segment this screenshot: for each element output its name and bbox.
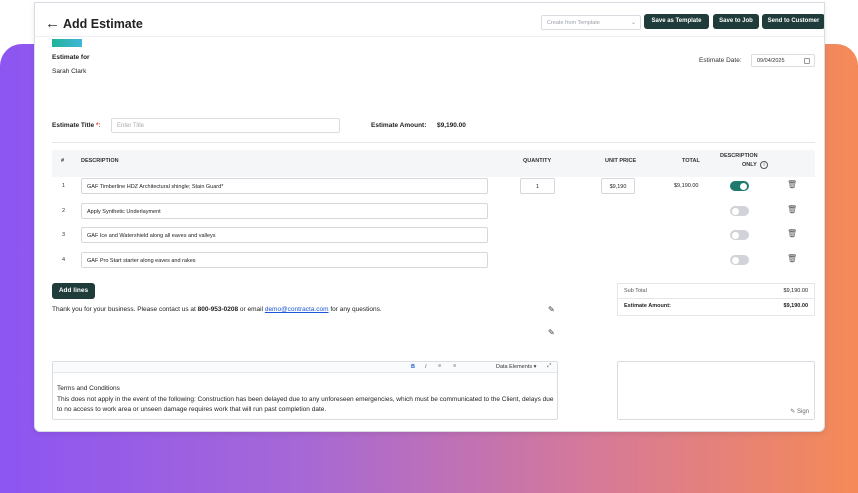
subtotal-label: Sub Total [624, 288, 647, 294]
trash-icon[interactable]: 🗑 [787, 229, 797, 238]
col-header-unit-price: UNIT PRICE [605, 158, 637, 164]
arrow-left-icon[interactable]: ← [45, 15, 60, 32]
estimate-amount-value: $9,190.00 [437, 122, 466, 129]
template-select-placeholder: Create from Template [547, 20, 600, 26]
totals-box: Sub Total $9,190.00 Estimate Amount: $9,… [617, 283, 815, 316]
header-divider [35, 36, 824, 37]
expand-icon[interactable]: ⤢ [547, 363, 551, 370]
section-divider [52, 142, 815, 143]
description-only-toggle[interactable] [730, 181, 749, 191]
trash-icon[interactable]: 🗑 [787, 254, 797, 263]
description-only-toggle[interactable] [730, 206, 749, 216]
calendar-icon[interactable] [804, 58, 810, 64]
bullet-list-icon[interactable]: ≡ [438, 363, 441, 369]
editor-toolbar: B I ≡ ≡ Data Elements ▾ ⤢ [53, 362, 557, 373]
subtotal-value: $9,190.00 [783, 288, 808, 294]
description-only-toggle[interactable] [730, 230, 749, 240]
estimate-date-label: Estimate Date: [699, 57, 742, 64]
quantity-input[interactable]: 1 [520, 178, 555, 194]
signature-box[interactable]: ✎ Sign [617, 361, 815, 420]
bold-button[interactable]: B [411, 364, 415, 370]
edit-pencil-icon[interactable]: ✎ [548, 305, 555, 314]
toggle-knob [732, 231, 739, 239]
line-description-input[interactable]: GAF Timberline HDZ Architectural shingle… [81, 178, 488, 194]
terms-editor[interactable]: B I ≡ ≡ Data Elements ▾ ⤢ Terms and Cond… [52, 361, 558, 420]
info-icon[interactable]: i [760, 161, 768, 169]
terms-heading: Terms and Conditions [57, 385, 120, 392]
chevron-down-icon: ⌄ [630, 20, 636, 26]
row-number: 4 [62, 257, 66, 263]
caret-down-icon: ▾ [533, 364, 537, 370]
terms-body: This does not apply in the event of the … [57, 395, 554, 414]
estimate-card: ← Add Estimate Create from Template ⌄ Sa… [34, 2, 825, 432]
col-header-description-only: DESCRIPTION [720, 153, 758, 159]
col-header-total: TOTAL [682, 158, 700, 164]
toggle-knob [732, 256, 739, 264]
send-to-customer-button[interactable]: Send to Customer [762, 14, 824, 29]
line-description-input[interactable]: Apply Synthetic Underlayment [81, 203, 488, 219]
col-header-quantity: QUANTITY [523, 158, 552, 164]
estimate-for-label: Estimate for [52, 54, 90, 61]
save-to-job-button[interactable]: Save to Job [713, 14, 759, 29]
col-header-only: ONLY [742, 162, 757, 168]
terms-content: Terms and Conditions This does not apply… [57, 384, 557, 416]
thanks-suffix: for any questions. [328, 306, 382, 313]
edit-pencil-icon[interactable]: ✎ [548, 328, 555, 337]
thanks-middle: or email [238, 306, 265, 313]
col-header-description: DESCRIPTION [81, 158, 119, 164]
estimate-amount-label: Estimate Amount: [371, 122, 427, 129]
estimate-title-placeholder: Enter Title [117, 123, 145, 129]
row-number: 1 [62, 183, 66, 189]
company-logo [52, 39, 82, 47]
estimate-title-label-text: Estimate Title [52, 122, 95, 129]
estimate-date-value: 09/04/2025 [757, 58, 785, 64]
line-description-text: GAF Timberline HDZ Architectural shingle… [87, 184, 224, 190]
add-lines-button[interactable]: Add lines [52, 283, 95, 299]
data-elements-label: Data Elements [496, 364, 533, 370]
quantity-value: 1 [535, 184, 540, 190]
estimate-amount-total-value: $9,190.00 [783, 303, 808, 309]
row-number: 3 [62, 232, 66, 238]
line-total: $9,190.00 [674, 183, 699, 189]
unit-price-value: $9,190 [609, 184, 627, 190]
required-mark: *: [95, 122, 101, 129]
data-elements-dropdown[interactable]: Data Elements ▾ [496, 364, 536, 370]
sign-button[interactable]: ✎ Sign [790, 408, 809, 415]
sign-label: Sign [796, 409, 809, 415]
estimate-title-label: Estimate Title *: [52, 122, 101, 129]
estimate-date-input[interactable]: 09/04/2025 [751, 54, 815, 67]
line-description-input[interactable]: GAF Pro Start starter along eaves and ra… [81, 252, 488, 268]
line-description-input[interactable]: GAF Ice and Watershield along all eaves … [81, 227, 488, 243]
line-description-text: GAF Ice and Watershield along all eaves … [87, 233, 216, 239]
estimate-title-input[interactable]: Enter Title [111, 118, 340, 133]
pen-icon: ✎ [790, 409, 796, 415]
customer-name: Sarah Clark [52, 68, 87, 75]
description-only-toggle[interactable] [730, 255, 749, 265]
line-description-text: GAF Pro Start starter along eaves and ra… [87, 258, 196, 264]
unit-price-input[interactable]: $9,190 [601, 178, 635, 194]
thanks-prefix: Thank you for your business. Please cont… [52, 306, 198, 313]
toggle-knob [740, 182, 747, 190]
thank-you-message: Thank you for your business. Please cont… [52, 306, 382, 313]
page-title: Add Estimate [63, 17, 143, 31]
estimate-amount-total-label: Estimate Amount: [624, 303, 671, 309]
numbered-list-icon[interactable]: ≡ [453, 363, 456, 369]
save-as-template-button[interactable]: Save as Template [644, 14, 709, 29]
row-number: 2 [62, 208, 66, 214]
trash-icon[interactable]: 🗑 [787, 180, 797, 189]
toggle-knob [732, 207, 739, 215]
trash-icon[interactable]: 🗑 [787, 205, 797, 214]
table-header [52, 150, 815, 177]
contact-email-link[interactable]: demo@contracta.com [265, 306, 329, 313]
italic-button[interactable]: I [425, 364, 427, 370]
totals-divider [618, 298, 814, 299]
col-header-num: # [61, 158, 65, 164]
line-description-text: Apply Synthetic Underlayment [87, 209, 161, 215]
template-select[interactable]: Create from Template ⌄ [541, 15, 641, 30]
contact-phone: 800-953-0208 [197, 306, 239, 313]
